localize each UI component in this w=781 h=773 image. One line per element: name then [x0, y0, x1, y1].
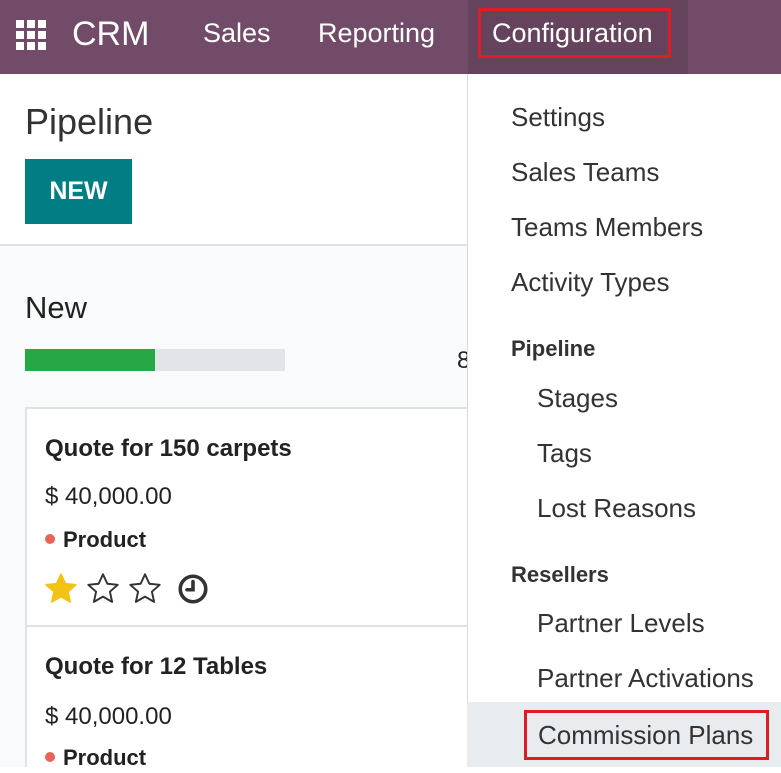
menu-item-lost-reasons[interactable]: Lost Reasons	[537, 490, 696, 526]
tag-color-dot	[45, 752, 55, 763]
menu-section-pipeline: Pipeline	[511, 336, 596, 361]
menu-item-sales-teams[interactable]: Sales Teams	[511, 154, 659, 190]
card-tag: Product	[45, 743, 146, 773]
menu-configuration[interactable]: Configuration	[478, 8, 671, 58]
kanban-card[interactable]: Quote for 12 Tables $ 40,000.00 Product	[25, 625, 468, 770]
star-empty-icon[interactable]	[85, 571, 121, 607]
page-title: Pipeline	[25, 101, 154, 142]
grid-apps-icon[interactable]	[16, 20, 46, 50]
menu-item-activity-types[interactable]: Activity Types	[511, 264, 669, 300]
progress-bar-fill	[25, 349, 155, 371]
clock-activity-icon[interactable]	[175, 571, 211, 607]
menu-item-teams-members[interactable]: Teams Members	[511, 209, 703, 245]
star-empty-icon[interactable]	[127, 571, 163, 607]
card-title: Quote for 150 carpets	[45, 435, 292, 462]
new-button[interactable]: NEW	[25, 159, 132, 224]
card-title: Quote for 12 Tables	[45, 653, 268, 680]
column-progress-bar[interactable]	[25, 349, 285, 371]
star-filled-icon[interactable]	[43, 571, 79, 607]
menu-section-resellers: Resellers	[511, 562, 609, 587]
menu-sales[interactable]: Sales	[203, 14, 271, 52]
menu-item-settings[interactable]: Settings	[511, 99, 605, 135]
kanban-card[interactable]: Quote for 150 carpets $ 40,000.00 Produc…	[25, 407, 468, 627]
card-amount: $ 40,000.00	[45, 703, 172, 730]
menu-item-partner-activations[interactable]: Partner Activations	[537, 660, 754, 696]
menu-item-partner-levels[interactable]: Partner Levels	[537, 605, 705, 641]
menu-reporting[interactable]: Reporting	[318, 14, 435, 52]
menu-item-tags[interactable]: Tags	[537, 435, 592, 471]
tag-color-dot	[45, 534, 55, 545]
card-tag: Product	[45, 525, 146, 555]
kanban-column-title[interactable]: New	[25, 288, 87, 328]
menu-item-commission-plans[interactable]: Commission Plans	[524, 710, 769, 760]
card-tag-label: Product	[63, 527, 147, 552]
app-brand[interactable]: CRM	[72, 12, 149, 56]
priority-widget	[43, 569, 211, 609]
card-amount: $ 40,000.00	[45, 483, 172, 510]
card-tag-label: Product	[63, 745, 147, 770]
menu-item-stages[interactable]: Stages	[537, 380, 618, 416]
